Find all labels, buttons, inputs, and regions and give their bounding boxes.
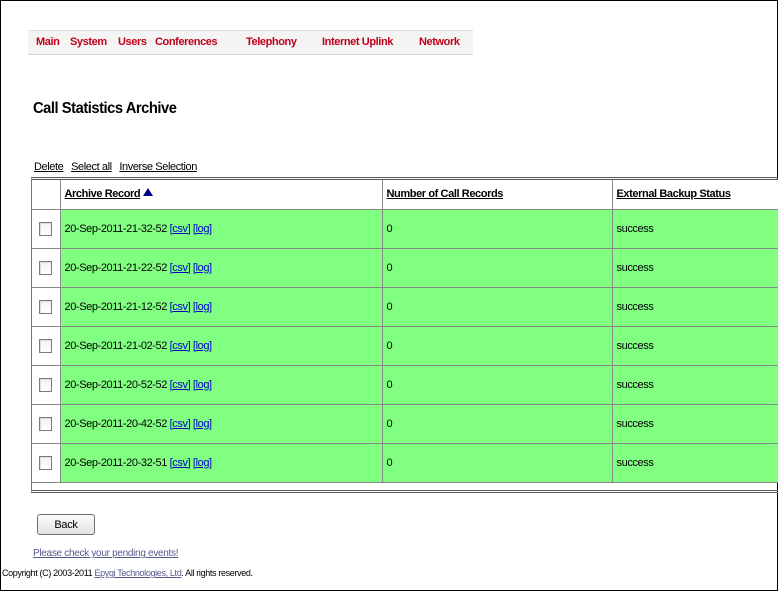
pending-events-link[interactable]: Please check your pending events! [33, 548, 179, 559]
table-row: 20-Sep-2011-21-22-52 [csv] [log] 0 succe… [32, 248, 778, 288]
row-checkbox[interactable] [39, 260, 53, 275]
page-title: Call Statistics Archive [33, 100, 177, 117]
log-link[interactable]: [log] [193, 418, 212, 430]
row-checkbox-cell [32, 326, 61, 366]
archive-record-cell: 20-Sep-2011-20-52-52 [csv] [log] [60, 365, 383, 405]
select-all-link[interactable]: Select all [71, 161, 112, 173]
csv-link[interactable]: [csv] [170, 262, 191, 274]
call-records-header: Number of Call Records [382, 180, 613, 210]
log-link[interactable]: [log] [193, 223, 212, 235]
row-checkbox[interactable] [39, 377, 53, 392]
inverse-selection-link[interactable]: Inverse Selection [119, 161, 197, 173]
top-navigation: Main System Users Conferences Telephony … [28, 30, 473, 55]
call-records-count: 0 [382, 287, 613, 327]
row-checkbox-cell [32, 443, 61, 483]
row-checkbox[interactable] [39, 299, 53, 314]
archive-record-name: 20-Sep-2011-20-32-51 [64, 456, 168, 469]
nav-network[interactable]: Network [419, 36, 460, 48]
table-row: 20-Sep-2011-20-52-52 [csv] [log] 0 succe… [32, 365, 778, 405]
archive-record-cell: 20-Sep-2011-21-02-52 [csv] [log] [60, 326, 383, 366]
csv-link[interactable]: [csv] [170, 379, 191, 391]
table-actions: Delete Select all Inverse Selection [34, 161, 202, 173]
company-link[interactable]: Epygi Technologies, Ltd [95, 568, 182, 578]
records-table: Archive Record Number of Call Records Ex… [32, 180, 778, 483]
log-link[interactable]: [log] [193, 340, 212, 352]
table-row: 20-Sep-2011-21-12-52 [csv] [log] 0 succe… [32, 287, 778, 327]
backup-status: success [612, 287, 778, 327]
archive-record-name: 20-Sep-2011-21-32-52 [64, 222, 168, 235]
backup-status: success [612, 209, 778, 249]
nav-conferences[interactable]: Conferences [155, 36, 218, 48]
log-link[interactable]: [log] [193, 301, 212, 313]
call-records-count: 0 [382, 209, 613, 249]
delete-link[interactable]: Delete [34, 161, 64, 173]
archive-record-cell: 20-Sep-2011-20-42-52 [csv] [log] [60, 404, 383, 444]
page-frame: Main System Users Conferences Telephony … [0, 0, 778, 591]
log-link[interactable]: [log] [193, 379, 212, 391]
call-records-count: 0 [382, 248, 613, 288]
call-records-count: 0 [382, 326, 613, 366]
table-row: 20-Sep-2011-20-42-52 [csv] [log] 0 succe… [32, 404, 778, 444]
row-checkbox[interactable] [39, 338, 53, 353]
checkbox-header [32, 180, 61, 210]
csv-link[interactable]: [csv] [170, 418, 191, 430]
archive-record-name: 20-Sep-2011-21-02-52 [64, 339, 168, 352]
archive-record-name: 20-Sep-2011-21-22-52 [64, 261, 168, 274]
row-checkbox[interactable] [39, 455, 53, 470]
nav-main[interactable]: Main [36, 36, 60, 48]
archive-record-cell: 20-Sep-2011-21-32-52 [csv] [log] [60, 209, 383, 249]
archive-record-cell: 20-Sep-2011-21-12-52 [csv] [log] [60, 287, 383, 327]
copyright-notice: Copyright (C) 2003-2011 Epygi Technologi… [2, 568, 253, 578]
backup-status: success [612, 248, 778, 288]
nav-system[interactable]: System [70, 36, 107, 48]
table-row: 20-Sep-2011-21-02-52 [csv] [log] 0 succe… [32, 326, 778, 366]
nav-internet-uplink[interactable]: Internet Uplink [322, 36, 393, 48]
records-table-container: Archive Record Number of Call Records Ex… [31, 177, 778, 493]
call-records-sort-link[interactable]: Number of Call Records [387, 188, 504, 200]
row-checkbox-cell [32, 404, 61, 444]
row-checkbox[interactable] [39, 416, 53, 431]
backup-status: success [612, 443, 778, 483]
archive-record-header: Archive Record [60, 180, 383, 210]
backup-status-header: External Backup Status [612, 180, 778, 210]
backup-status: success [612, 365, 778, 405]
row-checkbox-cell [32, 365, 61, 405]
call-records-count: 0 [382, 404, 613, 444]
call-records-count: 0 [382, 443, 613, 483]
backup-status: success [612, 404, 778, 444]
copyright-prefix: Copyright (C) 2003-2011 [2, 568, 95, 578]
backup-status: success [612, 326, 778, 366]
nav-telephony[interactable]: Telephony [246, 36, 297, 48]
sort-ascending-icon[interactable] [143, 188, 154, 197]
archive-record-name: 20-Sep-2011-20-52-52 [64, 378, 168, 391]
archive-record-cell: 20-Sep-2011-20-32-51 [csv] [log] [60, 443, 383, 483]
csv-link[interactable]: [csv] [170, 340, 191, 352]
log-link[interactable]: [log] [193, 262, 212, 274]
csv-link[interactable]: [csv] [170, 301, 191, 313]
log-link[interactable]: [log] [193, 457, 212, 469]
archive-record-name: 20-Sep-2011-20-42-52 [64, 417, 168, 430]
call-records-count: 0 [382, 365, 613, 405]
table-row: 20-Sep-2011-21-32-52 [csv] [log] 0 succe… [32, 209, 778, 249]
table-header-row: Archive Record Number of Call Records Ex… [32, 180, 778, 210]
archive-record-cell: 20-Sep-2011-21-22-52 [csv] [log] [60, 248, 383, 288]
copyright-suffix: . All rights reserved. [181, 568, 253, 578]
row-checkbox-cell [32, 287, 61, 327]
csv-link[interactable]: [csv] [170, 457, 191, 469]
csv-link[interactable]: [csv] [170, 223, 191, 235]
row-checkbox-cell [32, 209, 61, 249]
row-checkbox[interactable] [39, 221, 53, 236]
archive-record-name: 20-Sep-2011-21-12-52 [64, 300, 168, 313]
table-row: 20-Sep-2011-20-32-51 [csv] [log] 0 succe… [32, 443, 778, 483]
backup-status-sort-link[interactable]: External Backup Status [617, 188, 731, 200]
back-button[interactable]: Back [37, 514, 95, 535]
archive-record-sort-link[interactable]: Archive Record [65, 188, 141, 200]
row-checkbox-cell [32, 248, 61, 288]
nav-users[interactable]: Users [118, 36, 147, 48]
